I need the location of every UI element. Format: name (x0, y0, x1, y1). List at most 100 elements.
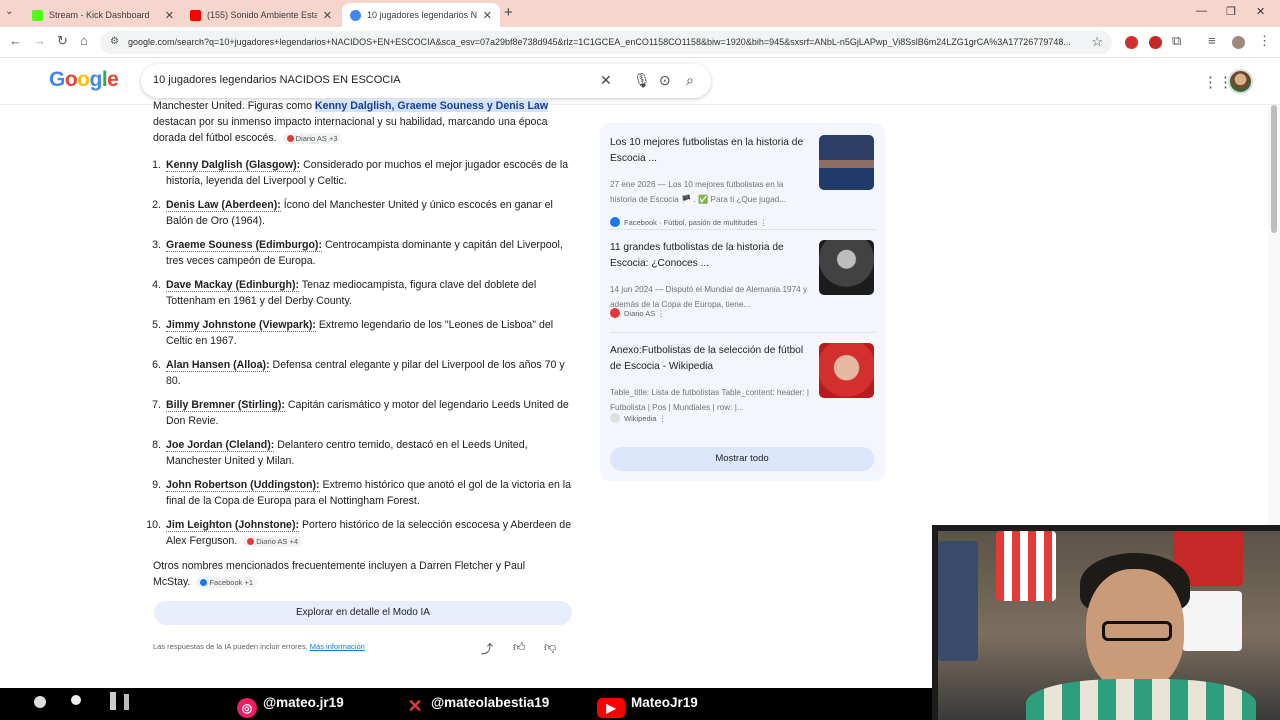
intro-prefix: Manchester United. Figuras como (153, 100, 315, 112)
player-name: Billy Bremner (Stirling): (166, 399, 285, 412)
player-name: Graeme Souness (Edimburgo): (166, 239, 322, 252)
more-options-icon[interactable]: ⋮ (659, 414, 667, 423)
source-chip[interactable]: Diario AS +4 (243, 536, 303, 547)
sources-panel: Los 10 mejores futbolistas en la histori… (600, 123, 885, 481)
glasses (1102, 621, 1172, 641)
source-card[interactable]: Los 10 mejores futbolistas en la histori… (610, 135, 875, 227)
new-tab-icon[interactable]: + (504, 4, 513, 21)
opera-extension-icon[interactable] (1149, 36, 1162, 49)
google-logo[interactable]: Google (49, 68, 119, 92)
adblock-extension-icon[interactable] (1125, 36, 1138, 49)
search-input[interactable]: 10 jugadores legendarios NACIDOS EN ESCO… (153, 74, 401, 86)
player-name: Jim Leighton (Johnstone): (166, 519, 300, 532)
minimize-icon[interactable]: — (1196, 5, 1207, 17)
lens-search-icon[interactable]: ⊙ (659, 72, 671, 89)
list-number: 2. (152, 199, 161, 211)
facebook-icon (610, 217, 620, 227)
show-all-button[interactable]: Mostrar todo (610, 447, 874, 471)
source-title[interactable]: Los 10 mejores futbolistas en la histori… (610, 135, 810, 167)
extensions-puzzle-icon[interactable]: ⧉ (1172, 33, 1181, 49)
restore-icon[interactable]: ❐ (1226, 5, 1236, 18)
divider (610, 229, 875, 230)
tab-close-icon[interactable]: ✕ (165, 9, 174, 22)
address-bar[interactable]: ⚙ google.com/search?q=10+jugadores+legen… (100, 31, 1112, 54)
x-icon: ✕ (407, 696, 423, 716)
source-chip[interactable]: Diario AS +3 (282, 133, 342, 144)
clear-search-icon[interactable]: ✕ (600, 72, 612, 89)
youtube-icon: ▶ (597, 698, 625, 718)
ai-overview: Manchester United. Figuras como Kenny Da… (146, 98, 578, 591)
player-list-item: 10. Jim Leighton (Johnstone): Portero his… (146, 517, 573, 550)
more-options-icon[interactable]: ⋮ (657, 309, 665, 318)
source-title[interactable]: 11 grandes futbolistas de la historia de… (610, 240, 810, 272)
tab-close-icon[interactable]: ✕ (483, 9, 492, 22)
list-number: 1. (152, 159, 161, 171)
scroll-thumb[interactable] (1271, 105, 1277, 233)
player-list-item: 5. Jimmy Johnstone (Viewpark): Extremo le… (152, 317, 573, 349)
player-list-item: 7. Billy Bremner (Stirling): Capitán cari… (152, 397, 573, 429)
thumbs-down-icon[interactable]: 👎︎ (544, 640, 556, 655)
source-site: Diario AS ⋮ (610, 308, 665, 318)
person-body (1026, 679, 1256, 720)
forward-icon[interactable]: → (33, 33, 46, 48)
wall-decor (938, 541, 978, 661)
profile-avatar-icon[interactable] (1232, 36, 1245, 49)
voice-search-icon[interactable]: 🎙 (633, 72, 651, 89)
diario-as-icon (286, 135, 294, 142)
tab-search-chevron-icon[interactable]: ⌄ (5, 6, 13, 17)
window-close-icon[interactable]: ✕ (1256, 5, 1265, 18)
source-thumbnail[interactable] (819, 135, 874, 190)
list-number: 8. (152, 439, 161, 451)
chip-label: Diario AS +3 (295, 134, 338, 143)
youtube-favicon-icon (190, 9, 201, 21)
browser-toolbar: ← → ↻ ⌂ ⚙ google.com/search?q=10+jugador… (0, 27, 1280, 58)
more-options-icon[interactable]: ⋮ (760, 218, 768, 227)
explore-ai-mode-button[interactable]: Explorar en detalle el Modo IA (154, 601, 572, 625)
player-list-item: 3. Graeme Souness (Edimburgo): Centrocamp… (152, 237, 573, 269)
site-label: Facebook · Fútbol, pasión de multitudes (624, 218, 758, 227)
tab-youtube[interactable]: (155) Sonido Ambiente Estadio ✕ (182, 3, 340, 27)
list-number: 5. (152, 319, 161, 331)
instagram-handle: ◎ @mateo.jr19 (237, 695, 344, 718)
account-avatar[interactable] (1228, 69, 1253, 94)
tab-kick-dashboard[interactable]: Stream - Kick Dashboard ✕ (24, 3, 182, 27)
back-icon[interactable]: ← (9, 33, 22, 48)
more-info-link[interactable]: Más información (310, 642, 365, 651)
facebook-icon (200, 579, 208, 586)
list-number: 4. (152, 279, 161, 291)
player-list-item: 1. Kenny Dalglish (Glasgow): Considerado … (152, 157, 573, 189)
tab-google-search[interactable]: 10 jugadores legendarios NACIDOS ✕ (342, 3, 500, 27)
thumbs-up-icon[interactable]: 👍︎ (513, 640, 526, 655)
player-name: John Robertson (Uddingston): (166, 479, 320, 492)
tab-label: 10 jugadores legendarios NACIDOS (367, 10, 477, 20)
bookmark-star-icon[interactable]: ☆ (1091, 34, 1103, 50)
tab-label: Stream - Kick Dashboard (49, 10, 150, 20)
source-card[interactable]: 11 grandes futbolistas de la historia de… (610, 240, 875, 325)
player-list-item: 9. John Robertson (Uddingston): Extremo h… (152, 477, 573, 509)
search-box[interactable]: 10 jugadores legendarios NACIDOS EN ESCO… (141, 64, 711, 98)
browser-menu-icon[interactable]: ⋮ (1258, 33, 1271, 49)
google-favicon-icon (350, 9, 361, 21)
instagram-icon: ◎ (237, 698, 257, 718)
divider (610, 332, 875, 333)
player-name: Denis Law (Aberdeen): (166, 199, 281, 212)
url-text[interactable]: google.com/search?q=10+jugadores+legenda… (128, 37, 1088, 47)
others-paragraph: Otros nombres mencionados frecuentemente… (153, 558, 538, 591)
reload-icon[interactable]: ↻ (57, 33, 68, 49)
source-thumbnail[interactable] (819, 240, 874, 295)
player-list-item: 6. Alan Hansen (Alloa): Defensa central e… (152, 357, 573, 389)
home-icon[interactable]: ⌂ (80, 33, 88, 48)
site-info-icon[interactable]: ⚙ (110, 36, 119, 47)
source-thumbnail[interactable] (819, 343, 874, 398)
source-snippet: 27 ene 2026 — Los 10 mejores futbolistas… (610, 180, 787, 204)
player-name: Jimmy Johnstone (Viewpark): (166, 319, 316, 332)
tab-close-icon[interactable]: ✕ (323, 9, 332, 22)
source-card[interactable]: Anexo:Futbolistas de la selección de fút… (610, 343, 875, 428)
source-title[interactable]: Anexo:Futbolistas de la selección de fút… (610, 343, 810, 375)
share-icon[interactable]: ⤴ (481, 640, 493, 657)
media-controls-icon[interactable]: ≡ (1208, 33, 1216, 48)
search-icon[interactable]: ⌕ (686, 72, 694, 89)
tab-label: (155) Sonido Ambiente Estadio (207, 10, 317, 20)
youtube-handle: ▶ MateoJr19 (597, 695, 698, 718)
source-chip[interactable]: Facebook +1 (196, 577, 258, 588)
